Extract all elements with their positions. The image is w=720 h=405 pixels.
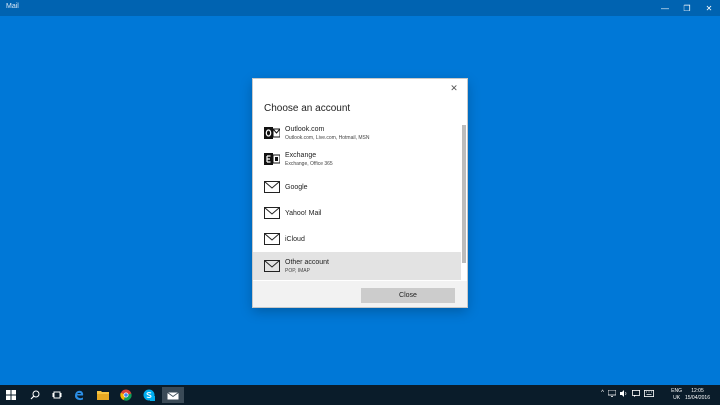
skype-taskbar-button[interactable] [138,387,160,403]
account-name: Outlook.com [285,125,325,133]
window-title: Mail [6,3,19,10]
window-controls: — ❐ ✕ [654,0,720,16]
file-explorer-button[interactable] [92,387,114,403]
clock-date: 15/04/2016 [684,395,710,401]
account-option-other[interactable]: Other account POP, IMAP [253,252,461,280]
input-language-indicator[interactable]: ENG UK [671,388,682,402]
edge-taskbar-button[interactable] [68,387,90,403]
folder-icon [97,391,109,400]
account-name: iCloud [285,235,305,243]
mail-icon [264,232,280,246]
mail-taskbar-button[interactable] [162,387,184,403]
volume-icon[interactable] [620,390,628,399]
mail-icon [264,206,280,220]
close-window-button[interactable]: ✕ [698,0,720,16]
account-description: POP, IMAP [285,267,310,274]
region-code: UK [673,395,681,401]
title-bar: Mail — ❐ ✕ [0,0,720,16]
account-description: Exchange, Office 365 [285,160,333,167]
minimize-button[interactable]: — [654,0,676,16]
account-option-outlook[interactable]: Outlook.com Outlook.com, Live.com, Hotma… [253,120,461,146]
edge-icon [75,390,84,401]
keyboard-icon[interactable] [644,390,654,399]
dialog-footer: Close [253,281,467,307]
dialog-heading: Choose an account [264,103,351,114]
close-button[interactable]: Close [361,288,455,303]
mail-icon [264,259,280,273]
chrome-taskbar-button[interactable] [115,387,137,403]
account-option-exchange[interactable]: Exchange Exchange, Office 365 [253,146,461,172]
account-name: Google [285,183,308,191]
task-view-icon [52,391,62,399]
notification-icon[interactable] [632,390,640,399]
account-option-google[interactable]: Google [253,174,461,200]
search-button[interactable] [24,387,46,403]
restore-button[interactable]: ❐ [676,0,698,16]
mail-icon [167,392,179,400]
account-option-icloud[interactable]: iCloud [253,226,461,252]
clock-time: 12:05 [691,388,704,394]
account-name: Yahoo! Mail [285,209,322,217]
mail-icon [264,180,280,194]
search-icon [30,390,40,400]
account-option-yahoo[interactable]: Yahoo! Mail [253,200,461,226]
task-view-button[interactable] [46,387,68,403]
windows-icon [6,390,16,400]
system-clock[interactable]: 12:05 15/04/2016 [685,388,710,402]
show-hidden-icons-button[interactable]: ^ [601,390,604,396]
scrollbar-thumb[interactable] [462,125,466,263]
taskbar: ^ ENG UK 12:05 15/04/2016 [0,385,720,405]
dialog-close-icon[interactable]: ✕ [448,82,460,94]
outlook-icon [264,126,280,140]
choose-account-dialog: ✕ Choose an account Outlook.com Outlook.… [253,79,467,307]
exchange-icon [264,152,280,166]
network-icon[interactable] [607,389,617,399]
start-button[interactable] [0,387,22,403]
account-description: Outlook.com, Live.com, Hotmail, MSN [285,134,370,141]
account-name: Other account [285,258,329,266]
language-code: ENG [671,388,682,394]
skype-icon [143,389,155,401]
account-name: Exchange [285,151,317,159]
chrome-icon [120,389,132,401]
